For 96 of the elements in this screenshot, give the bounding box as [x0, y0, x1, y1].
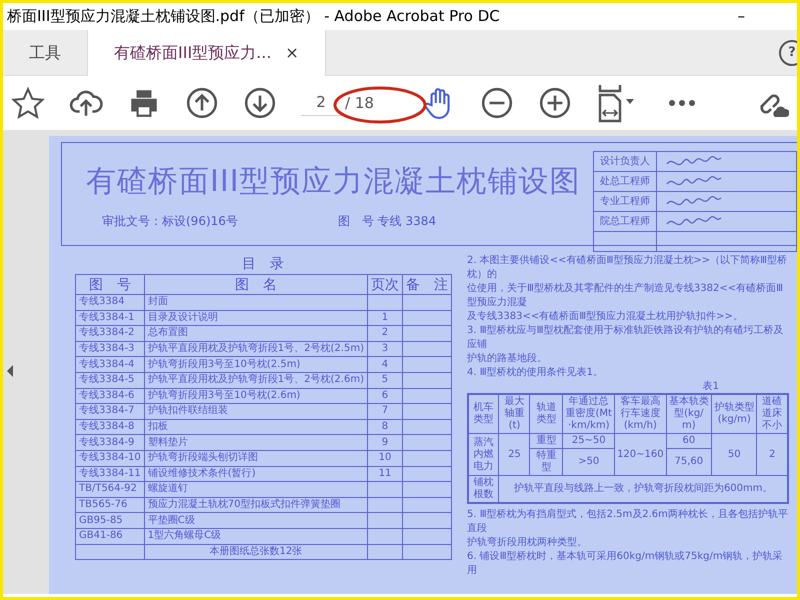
table-header-cell: 机车类型: [468, 394, 499, 434]
table-cell: 预应力混凝土轨枕70型扣板式扣件弹簧垫圈: [144, 497, 368, 513]
table-cell: 1: [367, 310, 402, 326]
table-cell: TB/T564-92: [76, 482, 144, 498]
table-cell: 专线3384-6: [76, 388, 144, 404]
table-cell: 25~50: [562, 434, 615, 448]
table-cell: 9: [367, 434, 402, 450]
table-cell: 3: [367, 341, 402, 357]
star-icon[interactable]: [11, 86, 45, 120]
paragraph-line: 4. Ⅲ型桥枕的使用条件见表1。: [467, 366, 604, 380]
table-cell: 塑料垫片: [144, 434, 368, 450]
role-label: 设计负责人: [594, 152, 656, 172]
table-cell: 专线3384-10: [76, 450, 144, 466]
table-cell: 护轨扣件联结组装: [144, 404, 368, 420]
table-cell: 6: [367, 388, 402, 404]
table-cell: 本册图纸总张数12张: [144, 544, 368, 560]
table-cell: 11: [367, 466, 402, 482]
table-cell: 4: [367, 356, 402, 372]
paragraph-line: 2. 本图主要供铺设<<有碴桥面Ⅲ型预应力混凝土枕>>（以下简称Ⅲ型桥枕）的: [467, 254, 788, 282]
table-cell: 蒸汽内燃电力: [468, 434, 499, 476]
close-tab-button[interactable]: ×: [285, 41, 299, 65]
table-cell: 平垫圈C级: [144, 512, 368, 528]
table-cell: GB41-86: [76, 528, 144, 544]
table-cell: 1型六角螺母C级: [144, 528, 368, 544]
more-icon[interactable]: [668, 99, 696, 107]
zoom-out-icon[interactable]: [480, 86, 514, 120]
table-cell: 专线3384-5: [76, 372, 144, 388]
drawing-number: 图 号 专线 3384: [338, 213, 436, 230]
table-header-cell: 最大轴重(t): [498, 394, 530, 434]
table-cell: 铺设维修技术条件(暂行): [144, 466, 368, 482]
table-cell: 护轨弯折段端头刨切详图: [144, 450, 368, 466]
table-cell: 专线3384-4: [76, 356, 144, 372]
paragraph-line: 6. 铺设Ⅲ型桥枕时，基本轨可采用60kg/m钢轨或75kg/m钢轨，护轨采用: [467, 550, 784, 578]
table-caption: 表1: [702, 380, 720, 393]
toc-heading: 目 录: [241, 255, 285, 274]
table-cell: 螺旋道钉: [144, 482, 368, 498]
column-header: 备 注: [402, 274, 452, 294]
next-page-icon[interactable]: [243, 86, 277, 120]
table-cell: 2: [367, 326, 402, 342]
table-cell: 扣板: [144, 419, 368, 435]
approval-number: 审批文号：标设(96)16号: [102, 213, 238, 230]
table-cell: 护轨平直段用枕及护轨弯折段1号、2号枕(2.5m): [144, 341, 368, 357]
table-cell: TB565-76: [76, 497, 144, 513]
table-header-cell: 护轨类型(kg/m): [712, 394, 757, 434]
table-cell: 护轨弯折段用3号至10号枕(2.6m): [144, 388, 368, 404]
table-header-cell: 客车最高行车速度(km/h): [614, 394, 666, 434]
table-header-cell: 年通过总重密度(Mt·km/km): [562, 394, 615, 434]
table-cell: 50: [712, 434, 757, 476]
table-cell: GB95-85: [76, 512, 144, 528]
table-cell: 专线3384-7: [76, 404, 144, 420]
table-cell: 7: [367, 404, 402, 420]
help-button[interactable]: ?: [779, 40, 797, 66]
column-header: 页次: [367, 274, 402, 294]
table-cell: 特重型: [530, 448, 563, 476]
table-cell: 专线3384-8: [76, 419, 144, 435]
table-header-cell: 轨道类型: [530, 394, 563, 434]
tab[interactable]: 有碴桥面III型预应力... ×: [87, 30, 326, 76]
document-title: 有碴桥面III型预应力混凝土枕铺设图: [86, 163, 582, 201]
previous-page-icon[interactable]: [185, 86, 219, 120]
role-label: 院总工程师: [594, 212, 656, 232]
table-cell: 专线3384: [76, 294, 144, 310]
page-count: / 18: [345, 92, 374, 114]
table-cell: 25: [498, 434, 530, 476]
window-title: 桥面III型预应力混凝土枕铺设图.pdf（已加密） - Adobe Acrobat Pro DC: [7, 6, 500, 28]
minimize-button[interactable]: –: [738, 5, 745, 28]
table-cell: 总布置图: [144, 326, 368, 342]
table-cell: 护轨平直段用枕及护轨弯折段1号、2号枕(2.6m): [144, 372, 368, 388]
table-header-cell: 基本轨类型(kg/m): [666, 394, 712, 434]
table-cell: 专线3384-11: [76, 466, 144, 482]
panel-arrow-icon[interactable]: [5, 364, 15, 378]
role-label: 专业工程师: [594, 192, 656, 212]
table-cell: 封面: [144, 294, 368, 310]
column-header: 图 号: [76, 274, 144, 294]
paragraph-line: 3. Ⅲ型桥枕应与Ⅲ型枕配套使用于标准轨距铁路设有护轨的有碴圬工桥及应铺: [467, 324, 785, 352]
tab[interactable]: 工具: [3, 30, 87, 76]
table-cell: 专线3384-9: [76, 434, 144, 450]
paragraph-line: 位使用，关于Ⅲ型桥枕及其零配件的生产制造见专线3382<<有碴桥面Ⅲ型预应力混凝: [467, 282, 784, 310]
paragraph-line: 护轨的路基地段。: [467, 352, 548, 366]
table-cell: 8: [367, 419, 402, 435]
table-cell: 60: [666, 434, 712, 448]
paragraph-line: 及专线3383<<有碴桥面Ⅲ型预应力混凝土枕用护轨扣件>>。: [467, 310, 744, 324]
role-label: 处总工程师: [594, 172, 656, 192]
table-cell: 专线3384-1: [76, 310, 144, 326]
table-cell: 重型: [530, 434, 563, 448]
table-cell: 专线3384-3: [76, 341, 144, 357]
table-cell: 护轨弯折段用3号至10号枕(2.5m): [144, 356, 368, 372]
table-header-cell: 道碴道床不小: [756, 394, 788, 434]
table-cell: 5: [367, 372, 402, 388]
zoom-in-icon[interactable]: [538, 86, 572, 120]
table-cell: 120~160: [614, 434, 666, 476]
paragraph-line: 护轨弯折段用枕两种类型。: [467, 536, 588, 550]
column-header: 图 名: [144, 274, 368, 294]
table-cell: 专线3384-2: [76, 326, 144, 342]
paragraph-line: 5. Ⅲ型桥枕为有挡肩型式，包括2.5m及2.6m两种枕长，且各包括护轨平直段: [467, 508, 789, 536]
table-cell: 目录及设计说明: [144, 310, 368, 326]
table-cell: 10: [367, 450, 402, 466]
